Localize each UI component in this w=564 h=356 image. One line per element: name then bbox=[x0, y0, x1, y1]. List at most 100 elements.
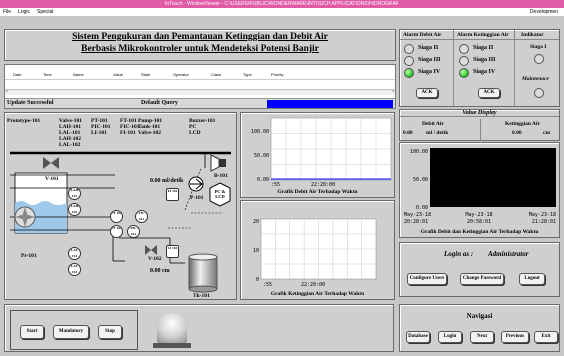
alarm-status-bar: Update Successful Default Query bbox=[5, 98, 395, 108]
tinggi-lamp-0 bbox=[459, 44, 469, 54]
ack-tinggi-button[interactable]: ACK bbox=[478, 88, 500, 98]
propeller-icon bbox=[14, 206, 36, 228]
debit-unit: ml / detik bbox=[426, 130, 449, 136]
debit-chart: 100.00 50.00 0.00:55 22:20:00 bbox=[251, 117, 392, 188]
debit-lamp-label-0: Siaga II bbox=[418, 45, 439, 51]
mandatory-button[interactable]: Mandatory bbox=[53, 325, 89, 339]
start-button[interactable]: Start bbox=[20, 325, 44, 339]
pc-label: PC & LCD bbox=[214, 189, 226, 199]
comb-xdate-0: May-23-18 bbox=[404, 212, 431, 218]
comb-xtime-1: 20:58:01 bbox=[467, 219, 491, 225]
debit-lamp-label-1: Siaga III bbox=[418, 57, 441, 63]
scroll-left-icon[interactable]: ‹ bbox=[6, 89, 8, 94]
alarm-debit-header: Alarm Debit Air bbox=[403, 32, 442, 38]
alarm-col-7[interactable]: Type bbox=[243, 72, 252, 77]
lah101-instrument: LAH 101 bbox=[68, 187, 81, 200]
nav-login-button[interactable]: Login bbox=[438, 331, 462, 343]
combined-chart-title: Grafik Debit dan Ketinggian Air Terhadap… bbox=[420, 229, 539, 235]
alarm-col-5[interactable]: Operator bbox=[173, 72, 189, 77]
configure-users-button[interactable]: Configure Users bbox=[407, 273, 447, 285]
page-title-line2: Berbasis Mikrokontroler untuk Mendeteksi… bbox=[81, 44, 319, 54]
menu-special[interactable]: Special bbox=[37, 9, 53, 15]
tinggi-chart: 20 10 0:55 22:20:00 bbox=[253, 218, 377, 288]
comb-ytick-1: 50.00 bbox=[413, 177, 428, 183]
ft101-instrument: FT 101 bbox=[110, 210, 123, 223]
change-password-button[interactable]: Change Password bbox=[460, 273, 504, 285]
debit-chart-title: Grafik Debit Air Terhadap Waktu bbox=[277, 189, 358, 195]
control-panel: Start Mandatory Stop bbox=[4, 304, 394, 352]
v101-label: V-101 bbox=[45, 176, 59, 182]
alarm-col-6[interactable]: Class bbox=[211, 72, 221, 77]
alarm-lamp-base bbox=[153, 343, 191, 348]
nav-previous-button[interactable]: Previous bbox=[501, 331, 529, 343]
menu-file[interactable]: File bbox=[3, 9, 11, 15]
ack-debit-button[interactable]: ACK bbox=[416, 88, 438, 98]
alarm-scrollbar[interactable]: ‹ › bbox=[5, 89, 395, 95]
debit-xtick-1: 22:20:00 bbox=[311, 182, 335, 188]
valve-102-icon bbox=[145, 245, 157, 255]
pump-icon bbox=[188, 176, 204, 192]
buzzer-icon bbox=[210, 154, 226, 172]
navigasi-title: Navigasi bbox=[466, 312, 493, 320]
pid-diagram bbox=[10, 151, 231, 293]
tinggi-ytick-2: 0 bbox=[256, 277, 259, 283]
logout-button[interactable]: Logout bbox=[519, 273, 545, 285]
fic101-instrument: FIC 101 bbox=[135, 210, 148, 223]
alarm-table[interactable]: Date Time Name Value State Operator Class Type P… bbox=[4, 64, 396, 109]
indikator-siaga1-label: Siaga I bbox=[530, 44, 547, 50]
valve-101-icon bbox=[43, 157, 59, 169]
nav-next-button[interactable]: Next bbox=[470, 331, 494, 343]
tinggi-unit: cm bbox=[543, 130, 551, 136]
comb-xdate-2: May-23-18 bbox=[529, 212, 556, 218]
fi101-instrument: FI 101 bbox=[166, 188, 179, 201]
alarm-panel: Alarm Debit Air Alarm Ketinggian Air Ind… bbox=[399, 29, 560, 107]
nav-database-button[interactable]: Database bbox=[406, 331, 430, 343]
alarm-col-2[interactable]: Name bbox=[73, 72, 84, 77]
tk101-label: Tk-101 bbox=[193, 293, 210, 299]
login-as-label: Login as : bbox=[444, 250, 474, 258]
tinggi-ytick-1: 10 bbox=[253, 248, 259, 254]
debit-chart-panel: 100.00 50.00 0.00:55 22:20:00 Grafik Debit … bbox=[240, 112, 395, 198]
debit-ytick-2: 0.00 bbox=[257, 177, 269, 183]
scroll-right-icon[interactable]: › bbox=[392, 89, 394, 94]
alarm-col-3[interactable]: Value bbox=[113, 72, 123, 77]
debit-xtick-0: :55 bbox=[271, 182, 280, 188]
comb-ytick-2: 0.00 bbox=[416, 205, 428, 211]
debit-lamp-2 bbox=[404, 68, 414, 78]
p101-label: P-101 bbox=[190, 195, 204, 201]
tinggi-xtick-1: 22:20:00 bbox=[301, 282, 325, 288]
debit-ytick-1: 50.00 bbox=[254, 153, 269, 159]
stop-button[interactable]: Stop bbox=[98, 325, 122, 339]
combined-chart-plot bbox=[430, 148, 556, 207]
lal102-instrument: LAL 102 bbox=[68, 263, 81, 276]
alarm-tinggi-header: Alarm Ketinggian Air bbox=[457, 32, 509, 38]
indikator-header: Indikator bbox=[521, 32, 544, 38]
login-user: Administrator bbox=[488, 250, 529, 258]
lal101-instrument: LAL 101 bbox=[68, 247, 81, 260]
tinggi-value: 0.00 bbox=[512, 130, 522, 136]
window-title: InTouch - WindowViewer - C:\USERS\PUBLIC… bbox=[165, 1, 399, 7]
li101-instrument: LI 101 bbox=[166, 245, 179, 258]
comb-xtime-2: 21:28:01 bbox=[532, 219, 556, 225]
alarm-col-1[interactable]: Time bbox=[43, 72, 52, 77]
debit-ytick-0: 100.00 bbox=[251, 129, 269, 135]
combined-chart: 100.0050.000.00May-23-1820:28:01May-23-1… bbox=[404, 148, 556, 225]
nav-exit-button[interactable]: Exit bbox=[534, 331, 558, 343]
alarm-col-0[interactable]: Date bbox=[13, 72, 21, 77]
alarm-lamp-icon bbox=[157, 313, 187, 343]
page-title-line1: Sistem Pengukuran dan Pemantauan Ketingg… bbox=[72, 32, 328, 42]
menu-developmen[interactable]: Developmen bbox=[530, 8, 558, 16]
comb-xdate-1: May-23-18 bbox=[465, 212, 492, 218]
alarm-col-4[interactable]: State bbox=[141, 72, 150, 77]
flow-value: 0.00 ml/detik bbox=[150, 178, 184, 184]
indikator-maintenace-lamp bbox=[534, 88, 544, 98]
alarm-col-8[interactable]: Priority bbox=[271, 72, 283, 77]
tinggi-lamp-label-0: Siaga II bbox=[473, 45, 494, 51]
tinggi-xtick-0: :55 bbox=[263, 282, 272, 288]
debit-lamp-label-2: Siaga IV bbox=[418, 69, 441, 75]
alarm-table-header: Date Time Name Value State Operator Class Type P… bbox=[5, 70, 395, 80]
title-panel: Sistem Pengukuran dan Pemantauan Ketingg… bbox=[4, 29, 396, 61]
tinggi-lamp-1 bbox=[459, 56, 469, 66]
menu-logic[interactable]: Logic bbox=[18, 9, 30, 15]
tinggi-label: Ketinggian Air bbox=[505, 121, 540, 127]
